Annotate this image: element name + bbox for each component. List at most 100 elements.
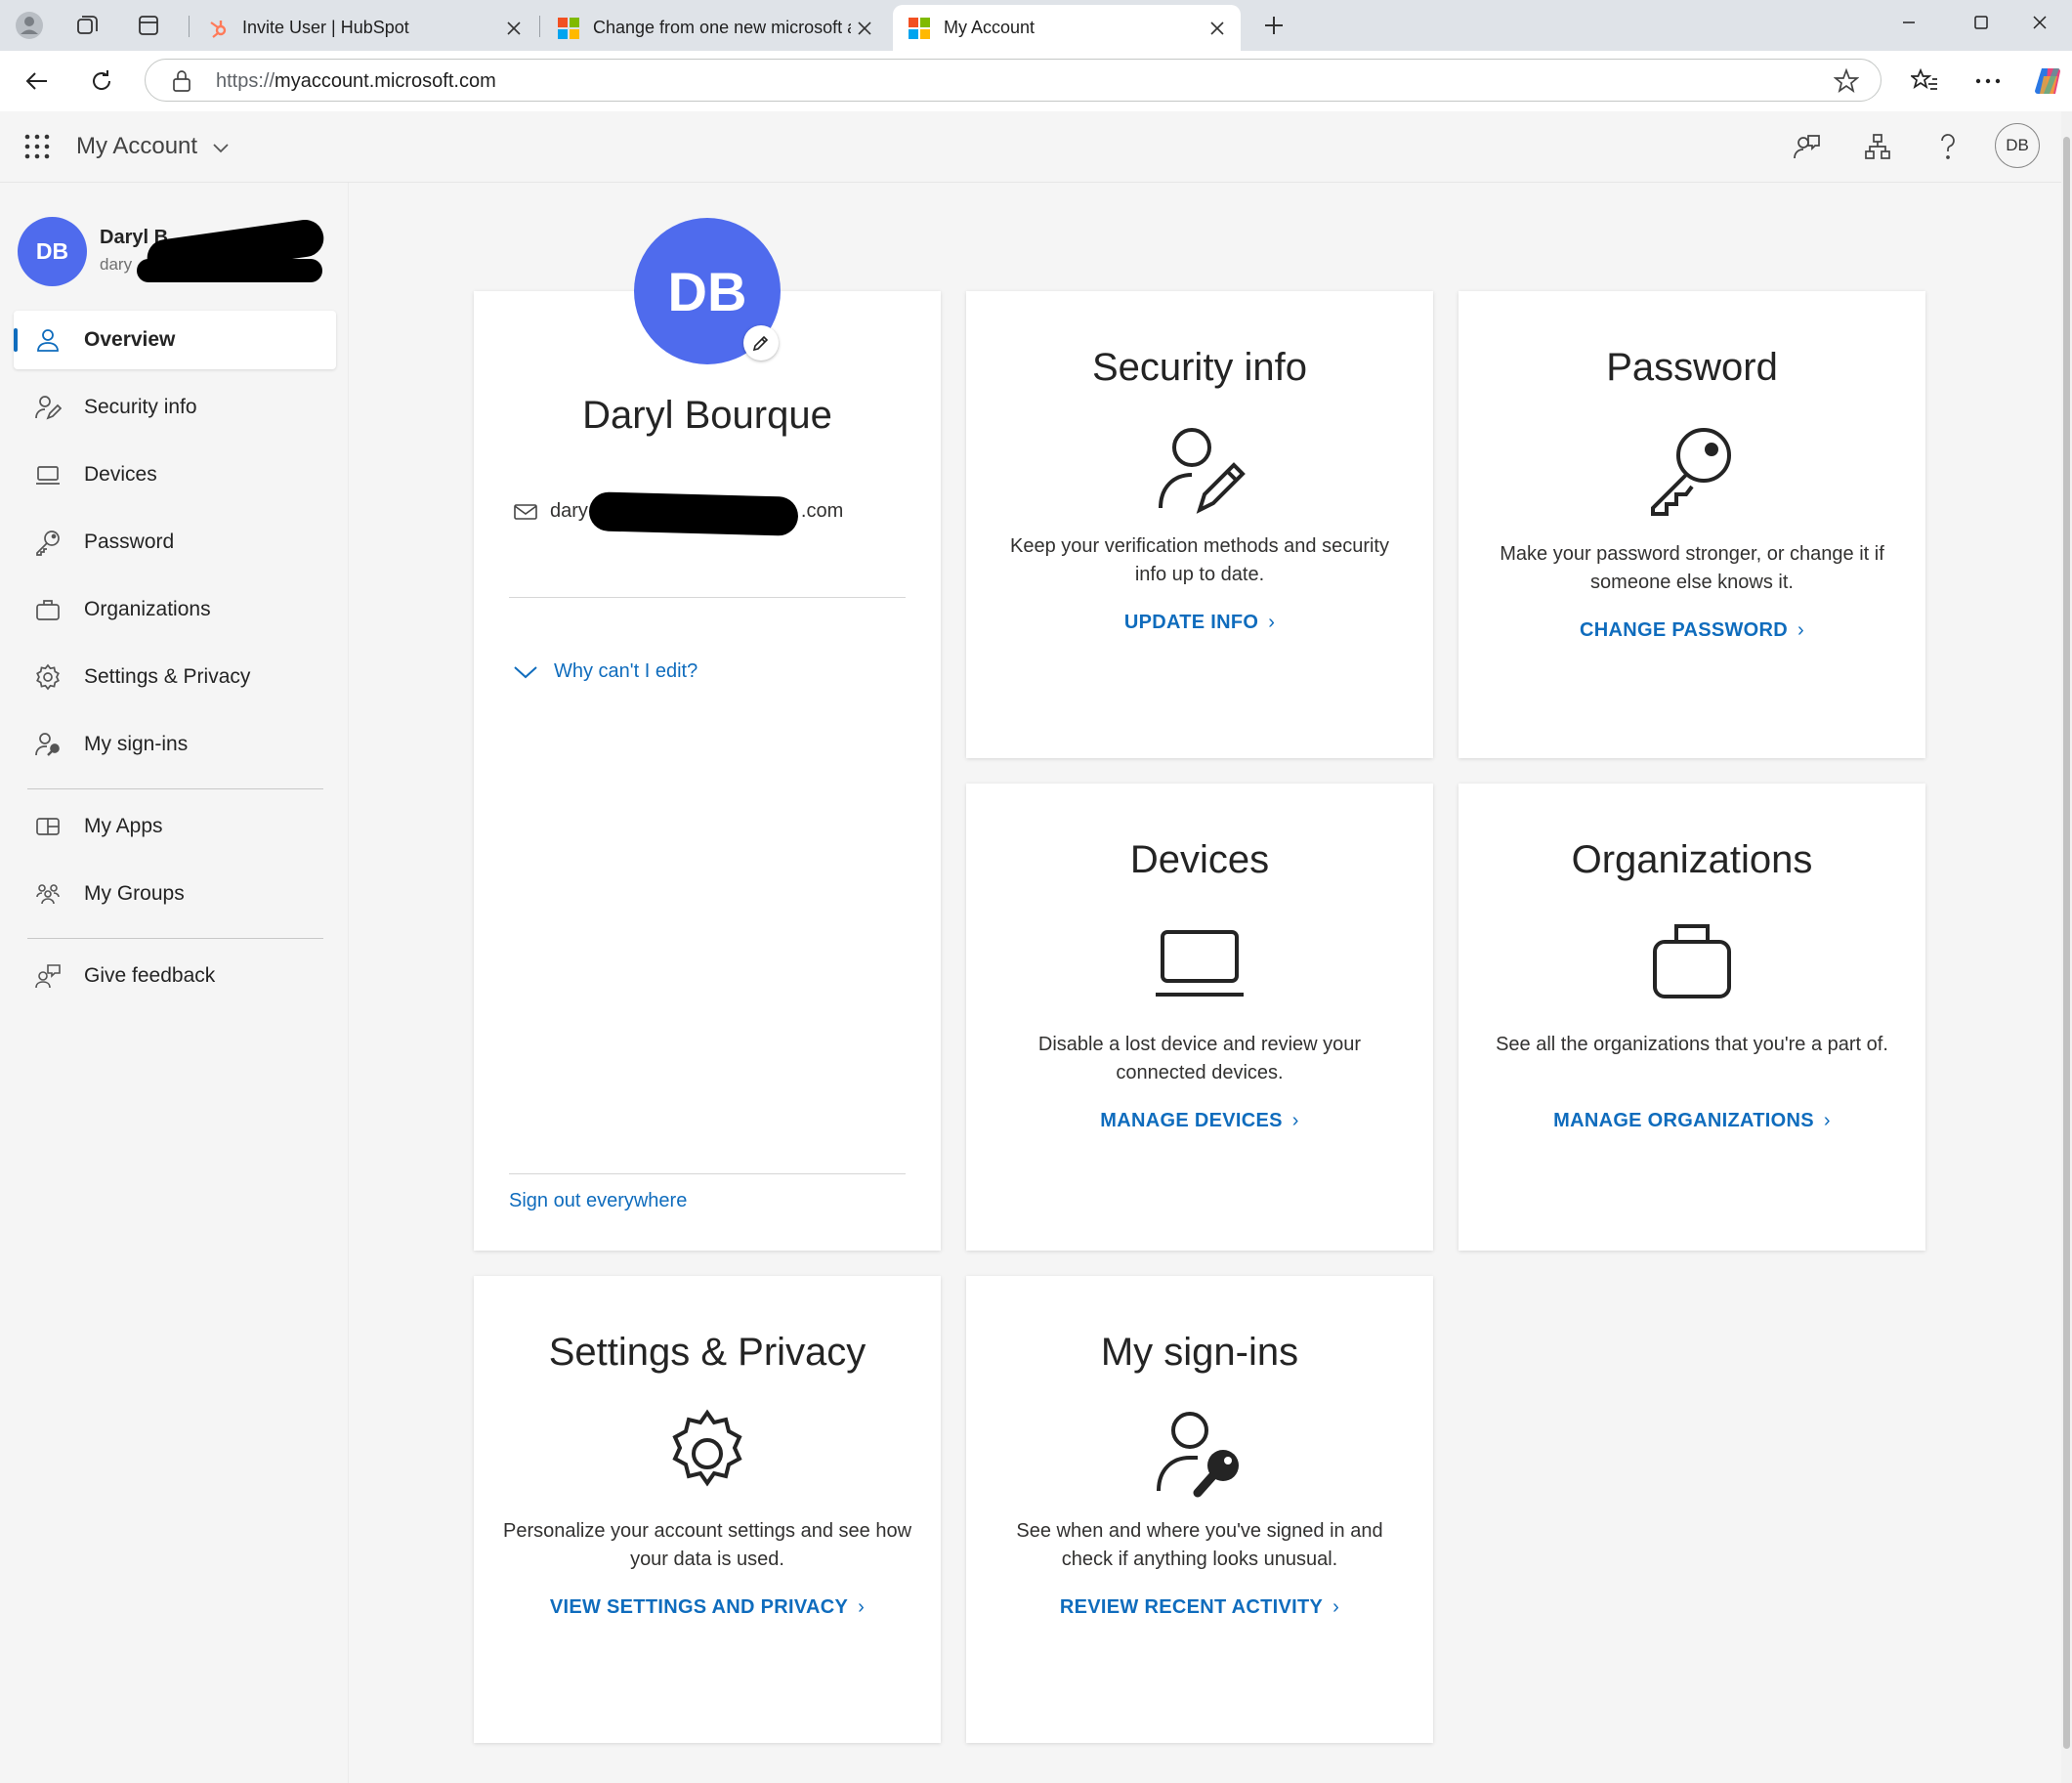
- card-title: Organizations: [1571, 838, 1813, 881]
- redaction-mark: [588, 491, 799, 536]
- favorites-button[interactable]: [1905, 62, 1944, 101]
- workspaces-button[interactable]: [68, 8, 107, 43]
- key-icon: [1651, 428, 1731, 516]
- sidebar-item-settings-privacy[interactable]: Settings & Privacy: [14, 648, 336, 706]
- profile-divider: [509, 597, 906, 598]
- favorite-star-icon[interactable]: [1834, 68, 1859, 94]
- sidebar-item-password[interactable]: Password: [14, 513, 336, 572]
- org-chart-button[interactable]: [1860, 129, 1895, 164]
- avatar: DB: [18, 217, 87, 286]
- card-description: Disable a lost device and review your co…: [1037, 1034, 1362, 1083]
- tab-microsoft-help[interactable]: Change from one new microsoft a: [542, 5, 888, 51]
- person-icon: [33, 325, 63, 355]
- link-label: UPDATE INFO: [1123, 612, 1259, 633]
- update-info-link[interactable]: UPDATE INFO ›: [966, 612, 1433, 634]
- tab-separator: [189, 16, 190, 37]
- refresh-button[interactable]: [82, 62, 121, 101]
- tab-hubspot[interactable]: Invite User | HubSpot: [191, 5, 537, 51]
- maximize-icon: [1974, 16, 1988, 29]
- tab-my-account[interactable]: My Account: [893, 5, 1241, 51]
- gear-icon: [33, 662, 63, 692]
- minimize-icon: [1903, 21, 1915, 23]
- app-title-menu[interactable]: My Account: [76, 133, 230, 160]
- mail-icon: [513, 502, 538, 522]
- close-tab-button[interactable]: [500, 15, 528, 42]
- sign-out-everywhere-link[interactable]: Sign out everywhere: [509, 1190, 687, 1212]
- sidebar-item-my-groups[interactable]: My Groups: [14, 865, 336, 923]
- tab-separator: [539, 16, 540, 37]
- sidebar-item-label: Password: [84, 531, 175, 553]
- close-icon: [2033, 16, 2047, 29]
- settings-more-button[interactable]: [1968, 62, 2008, 101]
- profile-button[interactable]: [10, 8, 49, 43]
- sidebar-item-devices[interactable]: Devices: [14, 446, 336, 504]
- briefcase-icon: [1653, 924, 1731, 998]
- chevron-right-icon: ›: [1291, 1110, 1299, 1131]
- address-bar[interactable]: https://myaccount.microsoft.com: [145, 59, 1882, 102]
- sidebar-item-label: My Apps: [84, 815, 163, 837]
- card-title: My sign-ins: [1100, 1331, 1299, 1374]
- card-title: Devices: [1129, 838, 1270, 881]
- sidebar-item-give-feedback[interactable]: Give feedback: [14, 947, 336, 1005]
- sidebar-item-label: Devices: [84, 463, 157, 486]
- chevron-right-icon: ›: [858, 1596, 866, 1618]
- chevron-right-icon: ›: [1823, 1110, 1831, 1131]
- copilot-button[interactable]: [2030, 62, 2069, 101]
- close-tab-button[interactable]: [851, 15, 878, 42]
- help-button[interactable]: [1930, 129, 1966, 164]
- organizations-card: Organizations See all the organizations …: [1459, 784, 1925, 1251]
- minimize-button[interactable]: [1876, 0, 1942, 45]
- sidebar-item-label: Give feedback: [84, 964, 216, 987]
- review-recent-activity-link[interactable]: REVIEW RECENT ACTIVITY ›: [966, 1596, 1433, 1619]
- new-tab-button[interactable]: [1254, 8, 1293, 43]
- favorites-list-icon: [1911, 68, 1937, 90]
- tab-title: Change from one new microsoft a: [593, 18, 851, 37]
- briefcase-icon: [33, 595, 63, 624]
- password-card: Password Make your password stronger, or…: [1459, 291, 1925, 758]
- app-launcher-button[interactable]: [23, 133, 51, 160]
- settings-privacy-card: Settings & Privacy Personalize your acco…: [474, 1276, 941, 1743]
- manage-organizations-link[interactable]: MANAGE ORGANIZATIONS ›: [1459, 1110, 1925, 1132]
- card-description: Personalize your account settings and se…: [502, 1520, 912, 1570]
- chevron-right-icon: ›: [1268, 612, 1276, 633]
- close-tab-button[interactable]: [1204, 15, 1231, 42]
- security-info-card: Security info Keep your verification met…: [966, 291, 1433, 758]
- close-icon: [507, 21, 521, 35]
- waffle-icon: [24, 134, 50, 159]
- back-button[interactable]: [18, 62, 57, 101]
- refresh-icon: [93, 70, 111, 90]
- gear-icon: [672, 1409, 742, 1487]
- browser-toolbar: https://myaccount.microsoft.com: [0, 51, 2072, 111]
- hubspot-icon: [210, 20, 227, 38]
- tab-actions-button[interactable]: [129, 8, 168, 43]
- browser-tab-strip: Invite User | HubSpot Change from one ne…: [0, 0, 2072, 51]
- profile-divider: [509, 1173, 906, 1174]
- sidebar-item-organizations[interactable]: Organizations: [14, 580, 336, 639]
- view-settings-privacy-link[interactable]: VIEW SETTINGS AND PRIVACY ›: [474, 1596, 941, 1619]
- sidebar-item-my-apps[interactable]: My Apps: [14, 797, 336, 856]
- card-title: Settings & Privacy: [548, 1331, 867, 1374]
- card-title: Security info: [1091, 346, 1308, 389]
- scrollbar-thumb[interactable]: [2063, 137, 2070, 1749]
- account-manager-button[interactable]: DB: [1995, 123, 2040, 168]
- maximize-button[interactable]: [1948, 0, 2014, 45]
- tab-title: My Account: [944, 18, 1036, 37]
- sidebar-item-my-sign-ins[interactable]: My sign-ins: [14, 715, 336, 774]
- apps-icon: [33, 812, 63, 841]
- change-password-link[interactable]: CHANGE PASSWORD ›: [1459, 619, 1925, 642]
- lock-icon: [173, 70, 190, 92]
- url-text: https://myaccount.microsoft.com: [216, 70, 496, 93]
- page-scrollbar[interactable]: [2061, 111, 2072, 1783]
- url-scheme: https://: [216, 70, 275, 92]
- sidebar-item-label: Organizations: [84, 598, 211, 620]
- devices-card: Devices Disable a lost device and review…: [966, 784, 1433, 1251]
- close-window-button[interactable]: [2010, 0, 2069, 45]
- manage-devices-link[interactable]: MANAGE DEVICES ›: [966, 1110, 1433, 1132]
- feedback-icon: [33, 961, 63, 991]
- why-cant-edit-toggle[interactable]: Why can't I edit?: [513, 660, 698, 683]
- email-prefix: dary: [550, 500, 588, 522]
- sidebar-item-security-info[interactable]: Security info: [14, 378, 336, 437]
- edit-photo-button[interactable]: [743, 325, 779, 361]
- organization-switch-button[interactable]: [1790, 129, 1825, 164]
- sidebar-item-overview[interactable]: Overview: [14, 311, 336, 369]
